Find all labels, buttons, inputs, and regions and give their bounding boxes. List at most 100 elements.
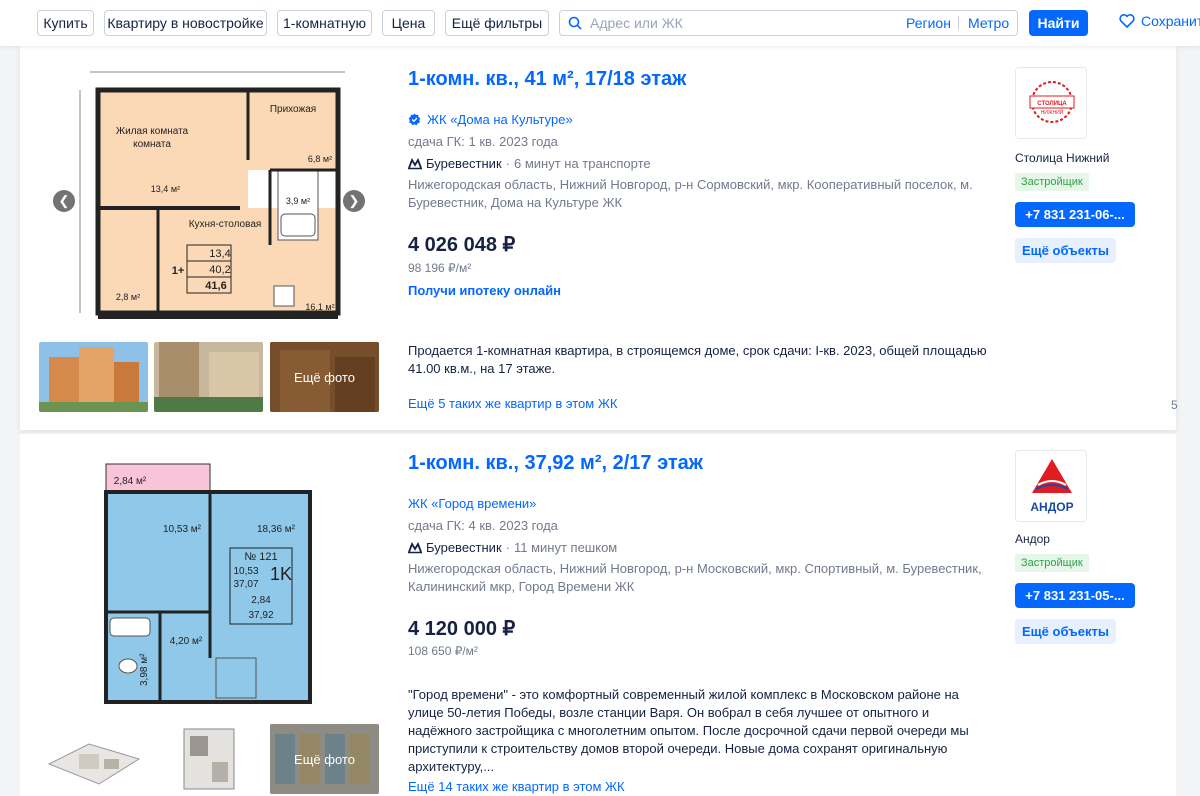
metro-row: Буревестник · 6 минут на транспорте: [408, 156, 651, 171]
save-search-button[interactable]: Сохранить: [1119, 13, 1200, 29]
logo-text: АНДОР: [1030, 500, 1073, 514]
metro-time: 11 минут пешком: [513, 540, 618, 555]
plan-room1-area: 10,53 м²: [163, 524, 202, 535]
developer-logo[interactable]: СТОЛИЦА НИЖНИЙ: [1015, 67, 1087, 139]
address[interactable]: Нижегородская область, Нижний Новгород, …: [408, 176, 988, 212]
plan-box-3: 41,6: [205, 280, 226, 292]
plan-label-hallway: Прихожая: [270, 104, 316, 115]
developer-badge: Застройщик: [1015, 173, 1089, 191]
search-box[interactable]: Адрес или ЖК Регион Метро: [559, 10, 1018, 36]
developer-logo[interactable]: АНДОР: [1015, 450, 1087, 522]
svg-text:НИЖНИЙ: НИЖНИЙ: [1041, 108, 1064, 116]
metro-link[interactable]: Метро: [968, 11, 1009, 35]
phone-button[interactable]: +7 831 231-06-...: [1015, 202, 1135, 227]
divider: [958, 16, 959, 30]
listing-title[interactable]: 1-комн. кв., 41 м², 17/18 этаж: [408, 68, 686, 91]
prev-photo-button[interactable]: ❮: [53, 190, 75, 212]
plan-box-1: 13,4: [209, 248, 230, 260]
mortgage-link[interactable]: Получи ипотеку онлайн: [408, 283, 561, 298]
chevron-left-icon: ❮: [58, 193, 70, 208]
more-photos-button[interactable]: Ещё фото: [270, 342, 379, 412]
next-photo-button[interactable]: ❯: [343, 190, 365, 212]
description: "Город времени" - это комфортный совреме…: [408, 687, 969, 774]
address[interactable]: Нижегородская область, Нижний Новгород, …: [408, 560, 988, 596]
developer-name[interactable]: Столица Нижний: [1015, 151, 1109, 165]
andor-logo: АНДОР: [1016, 451, 1086, 521]
plan-label-kitchen: Кухня-столовая: [189, 219, 262, 230]
photo-thumbnail[interactable]: [154, 724, 263, 794]
dot-separator: ·: [505, 156, 510, 171]
find-button[interactable]: Найти: [1029, 10, 1088, 36]
plan-label-living-2: комната: [133, 139, 171, 150]
floor-plan-drawing: Жилая комната комната 13,4 м² Прихожая 6…: [40, 60, 385, 332]
search-icon: [568, 16, 582, 30]
plan-v4: 37,92: [248, 610, 273, 621]
complex-row: ЖК «Город времени»: [408, 496, 536, 511]
chevron-right-icon: ❯: [348, 193, 360, 208]
completion-date: сдача ГК: 4 кв. 2023 года: [408, 518, 558, 533]
more-objects-button[interactable]: Ещё объекты: [1015, 619, 1116, 644]
metro-icon: [408, 157, 422, 169]
floor-plan-image[interactable]: Жилая комната комната 13,4 м² Прихожая 6…: [40, 60, 385, 332]
floor-plan-drawing: 2,84 м² 10,53 м² 18,36 м² 4,20 м² 3,98 м…: [90, 458, 330, 708]
plan-bath-area: 3,98 м²: [139, 653, 150, 686]
completion-date: сдача ГК: 1 кв. 2023 года: [408, 134, 558, 149]
photo-thumbnail[interactable]: [39, 342, 148, 412]
more-photos-label: Ещё фото: [270, 724, 379, 794]
plan-balcony-area: 2,84 м²: [114, 476, 147, 487]
metro-time: 6 минут на транспорте: [513, 156, 651, 171]
price: 4 120 000 ₽: [408, 618, 516, 640]
more-objects-button[interactable]: Ещё объекты: [1015, 238, 1116, 263]
plan-v3: 2,84: [251, 595, 271, 606]
plan-area-bath: 3,9 м²: [286, 196, 310, 206]
price-per-m2: 108 650 ₽/м²: [408, 644, 478, 658]
more-apartments-link[interactable]: Ещё 5 таких же квартир в этом ЖК: [408, 396, 617, 411]
more-filters-button[interactable]: Ещё фильтры: [445, 10, 549, 36]
verified-icon: [408, 113, 421, 126]
price-filter-button[interactable]: Цена: [382, 10, 435, 36]
edge-counter: 5: [1171, 398, 1178, 412]
price-per-m2: 98 196 ₽/м²: [408, 261, 472, 275]
rooms-filter-button[interactable]: 1-комнатную: [277, 10, 372, 36]
photo-thumbnail[interactable]: [154, 342, 263, 412]
plan-v2: 37,07: [233, 579, 258, 590]
plan-area-hallway: 6,8 м²: [308, 154, 332, 164]
stolitsa-logo: СТОЛИЦА НИЖНИЙ: [1016, 68, 1086, 138]
more-apartments-link[interactable]: Ещё 14 таких же квартир в этом ЖК: [408, 779, 625, 794]
metro-station[interactable]: Буревестник: [426, 156, 502, 171]
plan-type: 1K: [270, 564, 292, 584]
developer-badge: Застройщик: [1015, 554, 1089, 572]
floor-plan-image[interactable]: 2,84 м² 10,53 м² 18,36 м² 4,20 м² 3,98 м…: [90, 458, 330, 708]
plan-label-living: Жилая комната: [116, 126, 189, 137]
metro-icon: [408, 541, 422, 553]
plan-hall-area: 4,20 м²: [170, 636, 203, 647]
plan-area-kitchen: 16,1 м²: [305, 302, 334, 312]
search-input[interactable]: Адрес или ЖК: [590, 11, 683, 35]
plan-room2-area: 18,36 м²: [257, 524, 296, 535]
developer-name[interactable]: Андор: [1015, 532, 1050, 546]
save-search-label: Сохранить: [1141, 13, 1200, 29]
metro-row: Буревестник · 11 минут пешком: [408, 540, 617, 555]
plan-box-rooms: 1+: [172, 265, 185, 277]
listing-card[interactable]: Жилая комната комната 13,4 м² Прихожая 6…: [20, 46, 1178, 430]
plan-num: № 121: [244, 551, 277, 563]
region-link[interactable]: Регион: [906, 11, 951, 35]
new-building-filter-button[interactable]: Квартиру в новостройке: [104, 10, 267, 36]
complex-link[interactable]: ЖК «Дома на Культуре»: [427, 112, 573, 127]
svg-text:СТОЛИЦА: СТОЛИЦА: [1037, 101, 1067, 107]
price: 4 026 048 ₽: [408, 234, 516, 256]
listing-title[interactable]: 1-комн. кв., 37,92 м², 2/17 этаж: [408, 452, 703, 475]
dot-separator: ·: [505, 540, 510, 555]
photo-thumbnail[interactable]: [39, 724, 148, 794]
filter-bar: Купить Квартиру в новостройке 1-комнатну…: [0, 0, 1200, 46]
description: Продается 1-комнатная квартира, в строящ…: [408, 343, 987, 376]
plan-area-living: 13,4 м²: [151, 184, 180, 194]
buy-filter-button[interactable]: Купить: [37, 10, 94, 36]
listing-card[interactable]: 2,84 м² 10,53 м² 18,36 м² 4,20 м² 3,98 м…: [20, 434, 1176, 796]
more-photos-label: Ещё фото: [270, 342, 379, 412]
phone-button[interactable]: +7 831 231-05-...: [1015, 583, 1135, 608]
more-photos-button[interactable]: Ещё фото: [270, 724, 379, 794]
metro-station[interactable]: Буревестник: [426, 540, 502, 555]
complex-row: ЖК «Дома на Культуре»: [408, 112, 573, 127]
complex-link[interactable]: ЖК «Город времени»: [408, 496, 536, 511]
